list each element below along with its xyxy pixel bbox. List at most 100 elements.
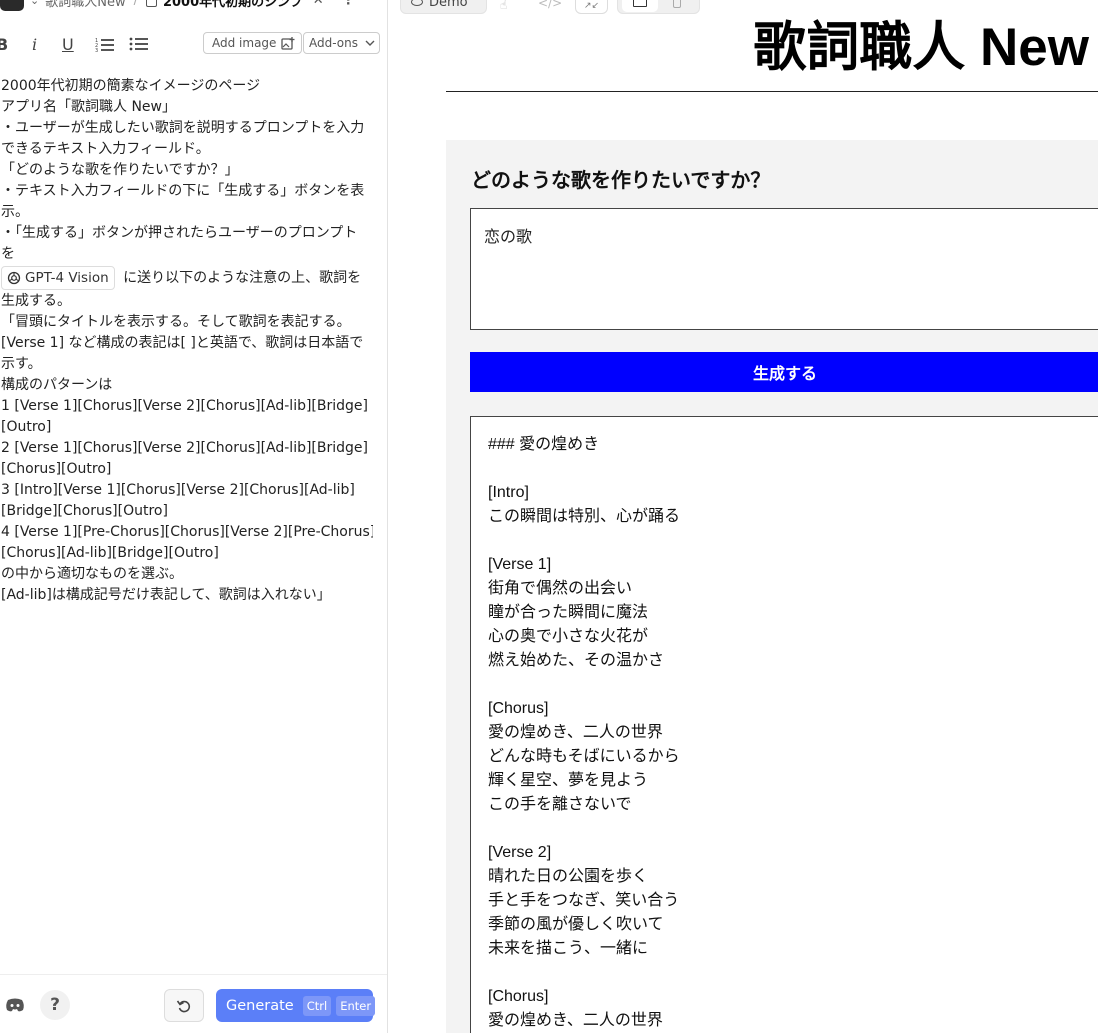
prompt-line: ・ユーザーが生成したい歌詞を説明するプロンプトを入力	[1, 120, 365, 136]
prompt-line: [Chorus][Ad-lib][Bridge][Outro]	[1, 545, 219, 561]
lyric-line: 手と手をつなぎ、笑い合う	[488, 892, 680, 909]
lyric-line	[488, 961, 1092, 985]
prompt-question: どのような歌を作りたいですか？	[471, 170, 771, 192]
prompt-line: 「冒頭にタイトルを表示する。そして歌詞を表記する。	[1, 314, 351, 330]
discord-icon[interactable]	[5, 997, 25, 1013]
lyric-line	[488, 817, 1092, 841]
shortcut-ctrl: Ctrl	[302, 995, 332, 1016]
lyric-line: [Verse 1]	[488, 556, 552, 573]
lyric-line: 瞳が合った瞬間に魔法	[488, 604, 649, 621]
prompt-line: 2 [Verse 1][Chorus][Verse 2][Chorus][Ad-…	[1, 440, 368, 456]
lyric-line: 輝く星空、夢を見よう	[488, 772, 649, 789]
demo-label: Demo	[429, 0, 468, 10]
prompt-line: 4 [Verse 1][Pre-Chorus][Chorus][Verse 2]…	[1, 524, 373, 540]
lyric-line: ### 愛の煌めき	[488, 436, 600, 453]
prompt-line: [Chorus][Outro]	[1, 461, 112, 477]
addons-label: Add-ons	[309, 36, 358, 50]
prompt-line: [Bridge][Chorus][Outro]	[1, 503, 168, 519]
underline-button[interactable]: U	[62, 32, 74, 56]
prompt-line: 示す。	[1, 356, 42, 372]
lyrics-output: ### 愛の煌めき [Intro] この瞬間は特別、心が踊る [Verse 1] 街角で…	[470, 416, 1098, 1033]
inspect-cursor-icon[interactable]: ☝	[500, 0, 507, 12]
desktop-view-button[interactable]	[622, 0, 658, 12]
code-icon[interactable]: </>	[538, 0, 562, 10]
lyric-line: 燃え始めた、その温かさ	[488, 652, 665, 669]
model-chip-label: GPT-4 Vision	[25, 270, 109, 286]
image-plus-icon	[281, 36, 295, 50]
prompt-line: [Outro]	[1, 419, 52, 435]
bullet-list-icon[interactable]	[128, 32, 150, 56]
document-icon	[145, 0, 157, 7]
prompt-line: 2000年代初期の簡素なイメージのページ	[1, 78, 261, 94]
editor-breadcrumb: ⌄ 歌詞職人New / 2000年代初期のシンプ ✕ ⋮	[0, 0, 387, 11]
lyric-line: [Chorus]	[488, 700, 549, 717]
prompt-line-with-chip: GPT-4 Vision に送り以下のような注意の上、歌詞を	[1, 265, 373, 291]
lyric-line: 季節の風が優しく吹いて	[488, 916, 664, 933]
model-chip[interactable]: GPT-4 Vision	[1, 266, 115, 290]
undo-icon	[176, 1000, 191, 1012]
generate-label: Generate	[226, 997, 294, 1014]
prompt-line: に送り以下のような注意の上、歌詞を	[123, 270, 362, 286]
lyric-line: 晴れた日の公園を歩く	[488, 868, 649, 885]
prompt-line: [Ad-lib]は構成記号だけ表記して、歌詞は入れない」	[1, 587, 331, 603]
more-options-icon[interactable]: ⋮	[342, 0, 355, 8]
lyric-line: この手を離さないで	[488, 796, 632, 813]
prompt-line: ・テキスト入力フィールドの下に「生成する」ボタンを表	[1, 183, 365, 199]
breadcrumb-app-name[interactable]: 歌詞職人New	[45, 0, 125, 10]
phone-icon	[673, 0, 681, 8]
chevron-down-icon[interactable]: ⌄	[30, 0, 39, 7]
numbered-list-icon[interactable]: 123	[94, 32, 116, 56]
add-image-label: Add image	[212, 36, 277, 50]
svg-text:3: 3	[95, 48, 98, 52]
prompt-line: 3 [Intro][Verse 1][Chorus][Verse 2][Chor…	[1, 482, 355, 498]
breadcrumb-separator: /	[133, 0, 138, 8]
prompt-text-area[interactable]: 2000年代初期の簡素なイメージのページ アプリ名「歌詞職人 New」 ・ユーザ…	[1, 76, 373, 606]
addons-dropdown[interactable]: Add-ons	[303, 32, 380, 54]
format-toolbar: B i U 123 Add image Add-ons	[0, 30, 387, 58]
add-image-button[interactable]: Add image	[203, 32, 303, 54]
lyric-line: 街角で偶然の出会い	[488, 580, 633, 597]
prompt-line: [Verse 1] など構成の表記は[ ]と英語で、歌詞は日本語で	[1, 335, 364, 351]
help-button[interactable]: ?	[40, 990, 70, 1020]
prompt-line: アプリ名「歌詞職人 New」	[1, 99, 176, 115]
editor-footer: ? Generate Ctrl Enter	[0, 974, 387, 1033]
reset-button[interactable]	[164, 989, 204, 1022]
device-toggle	[617, 0, 700, 14]
eye-icon	[411, 0, 423, 6]
close-icon[interactable]: ✕	[313, 0, 324, 8]
lyric-line	[488, 673, 1092, 697]
prompt-line: 生成する。	[1, 293, 71, 309]
title-divider	[446, 91, 1098, 92]
lyric-line: この瞬間は特別、心が踊る	[488, 508, 681, 525]
prompt-line: 「どのような歌を作りたいですか？」	[1, 162, 239, 178]
prompt-line: の中から適切なものを選ぶ。	[1, 566, 183, 582]
app-window: ⌄ 歌詞職人New / 2000年代初期のシンプ ✕ ⋮ B i U 123 A…	[0, 0, 1098, 1033]
preview-pane: Demo ☝ </> ↗↙ 歌詞職人 New どのような歌を作りたいですか？ 恋…	[389, 0, 1098, 1033]
lyric-line: どんな時もそばにいるから	[488, 748, 680, 765]
chevron-down-icon	[365, 40, 375, 46]
breadcrumb-doc-title[interactable]: 2000年代初期のシンプ	[163, 0, 303, 10]
preview-toolbar: Demo ☝ </> ↗↙	[389, 0, 1098, 14]
italic-button[interactable]: i	[32, 32, 37, 56]
openai-icon	[7, 271, 21, 285]
lyrics-prompt-input[interactable]: 恋の歌	[470, 208, 1098, 330]
lyric-line: [Intro]	[488, 484, 529, 501]
collapse-icon[interactable]: ↗↙	[575, 0, 608, 14]
prompt-line: を	[1, 246, 15, 262]
prompt-line: 1 [Verse 1][Chorus][Verse 2][Chorus][Ad-…	[1, 398, 368, 414]
generate-button[interactable]: Generate Ctrl Enter	[216, 989, 376, 1022]
bold-button[interactable]: B	[0, 32, 8, 56]
app-logo-icon[interactable]	[0, 0, 24, 11]
prompt-line: ・「生成する」ボタンが押されたらユーザーのプロンプト	[1, 225, 358, 241]
generate-lyrics-button[interactable]: 生成する	[470, 352, 1098, 392]
demo-mode-button[interactable]: Demo	[400, 0, 487, 14]
lyric-line: 心の奥で小さな火花が	[488, 628, 649, 645]
lyrics-form: どのような歌を作りたいですか？ 恋の歌 生成する ### 愛の煌めき [Intro…	[446, 140, 1098, 1033]
prompt-line: 構成のパターンは	[1, 377, 113, 393]
lyric-line: 未来を描こう、一緒に	[488, 940, 649, 957]
lyric-line: 愛の煌めき、二人の世界	[488, 1012, 663, 1029]
prompt-line: 示。	[1, 204, 29, 220]
mobile-view-button[interactable]	[662, 0, 692, 12]
lyric-line: [Chorus]	[488, 988, 549, 1005]
lyric-line	[488, 457, 1092, 481]
